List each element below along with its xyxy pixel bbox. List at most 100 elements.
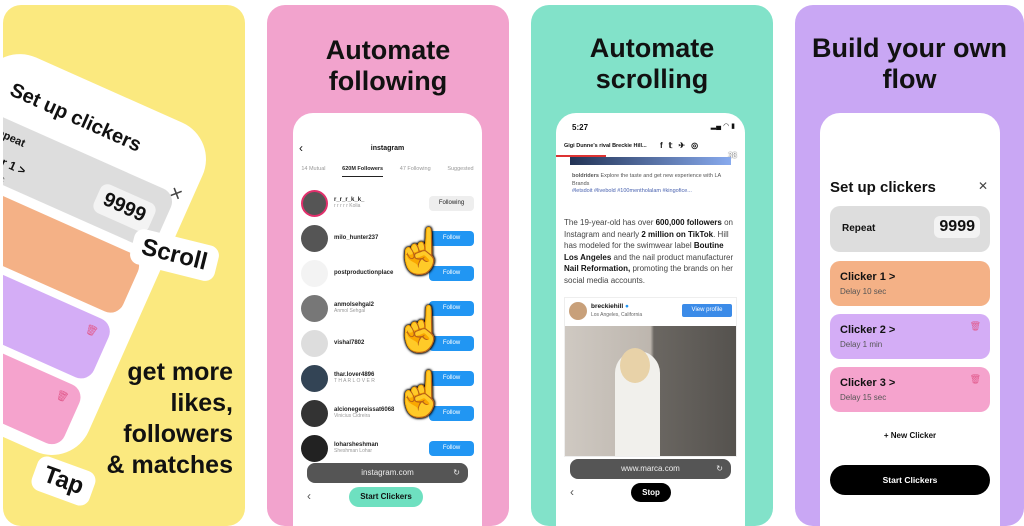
instagram-embed: breckiehill ● Los Angeles, California Vi… [564,297,737,457]
back-icon[interactable]: ‹ [307,489,311,503]
list-item: loharsheshman Sheshman Lohar Follow [301,430,474,466]
avatar [301,434,328,462]
reload-icon[interactable]: ↻ [453,463,460,483]
tap-tag: Tap [28,453,99,509]
user-subtitle: Anmol Sehgal [334,308,366,314]
trash-icon[interactable]: 🗑 [83,324,99,339]
clicker-name: Clicker 1 > [840,271,896,283]
clicker-name: Clicker 3 > [840,377,896,389]
avatar [301,329,328,357]
avatar [301,224,328,252]
card-title: Set up clickers [830,179,936,196]
article-text-segment: Nail Reformation, [564,264,631,273]
user-subtitle: Sheshman Lohar [334,448,373,454]
following-button[interactable]: Following [429,195,474,211]
panel-build-flow: Build your own flow Set up clickers ✕ Re… [795,5,1024,526]
avatar [301,399,328,427]
headline: get more likes, followers & matches [106,358,233,479]
article-text-segment: The 19-year-old has over [564,218,656,227]
list-item: milo_hunter237 Follow [301,220,474,256]
avatar [301,294,328,322]
panel-set-up-clickers: Set up clickers Repeat 9999 ✕ 🗑 🗑 r 1 > … [3,5,245,526]
list-item: thar.lover4896 T H A R L O V E R Follow [301,360,474,396]
clicker-1-card[interactable]: Clicker 1 > Delay 10 sec [830,261,990,306]
tab-mutual[interactable]: 14 Mutual [301,166,325,177]
start-clickers-button[interactable]: Start Clickers [349,487,423,507]
user-subtitle: r r r r r Kolia [334,203,361,209]
clicker-delay: Delay 1 min [840,340,883,349]
clicker-3-card[interactable]: Clicker 3 > Delay 15 sec 🗑 [830,367,990,412]
reload-icon[interactable]: ↻ [716,459,723,479]
url-bar[interactable]: instagram.com ↻ [307,463,468,483]
new-clicker-button[interactable]: + New Clicker [820,431,1000,440]
tabs: 14 Mutual 620M Followers 47 Following Su… [293,166,482,177]
tap-hand-icon: ☝ [393,227,448,276]
article-text-segment: and the nail product manufacturer [611,252,734,262]
username: postproductionplace [334,270,394,276]
person-head [620,348,650,383]
repeat-input[interactable]: 9999 [934,216,980,238]
follow-button[interactable]: Follow [429,440,474,456]
phone-clickers: Set up clickers ✕ Repeat 9999 Clicker 1 … [820,113,1000,526]
article-text-segment: 2 million on TikTok [641,229,714,239]
stop-button[interactable]: Stop [631,483,671,502]
repeat-input[interactable]: 9999 [90,181,159,235]
panel-automate-scrolling: Automate scrolling 5:27 ▂▄ ◠ ▮ Gigi Dunn… [531,5,773,526]
status-time: 5:27 [572,123,589,132]
clicker-name: Clicker 2 > [840,324,896,336]
tab-suggested[interactable]: Suggested [447,166,473,177]
list-item: vishal7802 Follow [301,325,474,361]
start-clickers-button[interactable]: Start Clickers [830,465,990,495]
ad-user: boldriders [572,173,599,179]
ad-caption: boldriders Explore the taste and get new… [572,173,731,196]
view-profile-button[interactable]: View profile [682,304,732,317]
url-text: www.marca.com [621,464,680,473]
article-header: Gigi Dunne's rival Breckie Hill... [564,143,647,149]
list-item: r_r_r_k_k_ r r r r r Kolia Following [301,185,474,221]
panel-automate-following: Automate following ‹ instagram 14 Mutual… [267,5,509,526]
tap-hand-icon: ☝ [393,305,448,354]
headline: Build your own flow [812,33,1007,94]
headline: Automate following [325,35,451,96]
user-subtitle: T H A R L O V E R [334,378,375,384]
clicker-2-card[interactable]: Clicker 2 > Delay 1 min 🗑 [830,314,990,359]
url-text: instagram.com [361,468,414,477]
list-item: alcionegereissat6068 Vinicius Cidreira Fol… [301,395,474,431]
embed-user: breckiehill ● [591,303,629,310]
screen-title: instagram [370,145,405,152]
avatar [301,189,328,217]
close-icon[interactable]: ✕ [978,179,988,193]
article-text-segment: 600,000 followers [655,218,722,227]
banner-image [570,157,731,165]
article-body: The 19-year-old has over 600,000 followe… [564,217,737,286]
tab-following[interactable]: 47 Following [400,166,431,177]
avatar [301,259,328,287]
avatar [301,364,328,392]
ad-tags[interactable]: #letsdoit #livebold #100mentholalam #kin… [572,188,692,194]
url-bar[interactable]: www.marca.com ↻ [570,459,731,479]
repeat-row: Repeat 9999 [830,206,990,252]
clicker-delay: Delay 15 sec [840,393,887,402]
repeat-label: Repeat [842,223,876,234]
post-photo [565,326,736,456]
status-icons: ▂▄ ◠ ▮ [710,123,735,130]
username: milo_hunter237 [334,235,379,241]
trash-icon[interactable]: 🗑 [54,389,70,404]
tap-hand-icon: ☝ [393,370,448,419]
share-icons[interactable]: f𝕥✈◎ [660,141,704,150]
list-item: postproductionplace Follow [301,255,474,291]
back-icon[interactable]: ‹ [570,485,574,499]
embed-location: Los Angeles, California [591,312,643,318]
avatar [569,302,587,320]
phone-instagram: ‹ instagram 14 Mutual 620M Followers 47 … [293,113,482,526]
username: vishal7802 [334,340,365,346]
headline: Automate scrolling [589,33,715,94]
trash-icon[interactable]: 🗑 [970,321,981,332]
tab-followers[interactable]: 620M Followers [342,166,384,177]
phone-browser: 5:27 ▂▄ ◠ ▮ Gigi Dunne's rival Breckie H… [556,113,745,526]
clicker-delay: Delay 10 sec [840,287,887,296]
trash-icon[interactable]: 🗑 [970,374,981,385]
repeat-label: Repeat [3,123,27,150]
user-subtitle: Vinicius Cidreira [334,413,371,419]
list-item: anmolsehgal2 Anmol Sehgal Follow [301,290,474,326]
